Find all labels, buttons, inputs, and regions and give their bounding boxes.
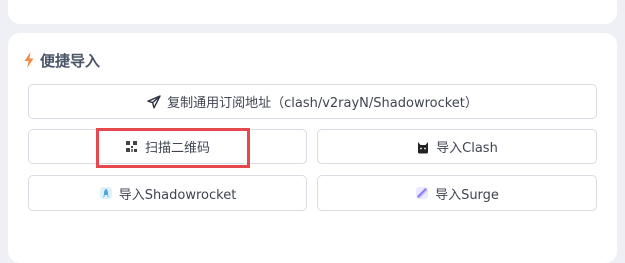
import-shadowrocket-label: 导入Shadowrocket: [118, 187, 237, 203]
import-surge-label: 导入Surge: [435, 187, 499, 203]
import-clash-label: 导入Clash: [436, 141, 498, 156]
copy-subscription-button[interactable]: 复制通用订阅地址（clash/v2rayN/Shadowrocket）: [28, 84, 597, 119]
rocket-icon: [99, 186, 113, 200]
qrcode-icon: [125, 140, 139, 154]
import-shadowrocket-button[interactable]: 导入Shadowrocket: [28, 175, 307, 211]
scan-qrcode-button[interactable]: 扫描二维码: [28, 129, 307, 164]
send-icon: [147, 94, 161, 109]
surge-icon: [415, 186, 429, 200]
scan-qrcode-label: 扫描二维码: [144, 141, 210, 156]
copy-subscription-label: 复制通用订阅地址（clash/v2rayN/Shadowrocket）: [167, 96, 478, 111]
import-clash-button[interactable]: 导入Clash: [317, 129, 597, 164]
bolt-icon: [24, 52, 34, 68]
import-surge-button[interactable]: 导入Surge: [317, 175, 597, 211]
section-header: 便捷导入: [24, 49, 100, 71]
section-title: 便捷导入: [40, 51, 101, 70]
previous-card: [8, 0, 617, 24]
cat-icon: [416, 140, 430, 154]
